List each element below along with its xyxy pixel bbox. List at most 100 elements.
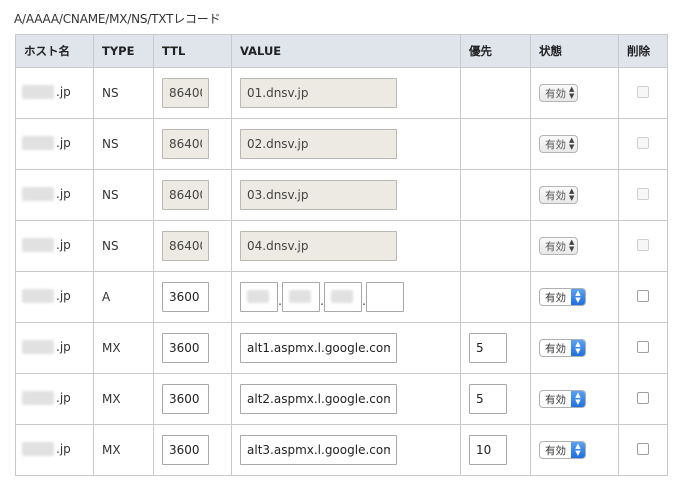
value-cell bbox=[231, 322, 461, 374]
ttl-cell bbox=[153, 424, 232, 476]
host-suffix: .jp bbox=[56, 84, 71, 99]
table-header-row: ホスト名 TYPE TTL VALUE 優先 状態 削除 bbox=[15, 34, 668, 68]
priority-input[interactable] bbox=[469, 333, 507, 363]
ttl-cell bbox=[153, 169, 232, 221]
status-select-value: 有効 bbox=[545, 87, 566, 100]
section-title: A/AAAA/CNAME/MX/NS/TXTレコード bbox=[14, 12, 221, 26]
status-select-value: 有効 bbox=[545, 291, 566, 304]
up-down-arrows-icon: ▲ ▼ bbox=[569, 238, 575, 253]
status-cell: 有効 ▲ ▼ bbox=[530, 118, 619, 170]
value-cell bbox=[231, 424, 461, 476]
value-cell bbox=[231, 169, 461, 221]
type-cell: NS bbox=[93, 118, 154, 170]
ttl-input[interactable] bbox=[162, 129, 209, 159]
delete-checkbox[interactable] bbox=[637, 187, 649, 200]
delete-checkbox[interactable] bbox=[637, 391, 649, 404]
up-down-arrows-icon: ▲ ▼ bbox=[569, 187, 575, 202]
ttl-input[interactable] bbox=[162, 78, 209, 108]
table-row: .jp NS 有効▲▼ bbox=[15, 67, 668, 119]
status-select[interactable]: 有効 ▲ ▼ bbox=[539, 441, 586, 459]
priority-input[interactable] bbox=[469, 435, 507, 465]
host-suffix: .jp bbox=[56, 135, 71, 150]
column-header-delete: 削除 bbox=[618, 34, 668, 68]
delete-cell bbox=[618, 271, 668, 323]
priority-input[interactable] bbox=[469, 384, 507, 414]
host-suffix: .jp bbox=[56, 339, 71, 354]
status-cell: 有効 ▲ ▼ bbox=[530, 424, 619, 476]
status-select-value: 有効 bbox=[545, 444, 566, 457]
host-cell: .jp bbox=[15, 424, 94, 476]
up-down-arrows-icon: ▲ ▼ bbox=[569, 85, 575, 100]
value-input[interactable] bbox=[240, 180, 397, 210]
ttl-cell bbox=[153, 373, 232, 425]
type-cell: A bbox=[93, 271, 154, 323]
delete-checkbox[interactable] bbox=[637, 238, 649, 251]
column-header-type: TYPE bbox=[93, 34, 154, 68]
ttl-cell bbox=[153, 118, 232, 170]
ip-octet-4-input[interactable] bbox=[366, 282, 404, 312]
up-down-arrows-icon: ▲ ▼ bbox=[571, 442, 585, 458]
host-cell: .jp bbox=[15, 169, 94, 221]
host-suffix: .jp bbox=[56, 288, 71, 303]
ttl-input[interactable] bbox=[162, 435, 209, 465]
status-cell: 有効 ▲ ▼ bbox=[530, 322, 619, 374]
table-row: .jp MX 有効 ▲▼ bbox=[15, 373, 668, 425]
status-cell: 有効 ▲ ▼ bbox=[530, 271, 619, 323]
priority-cell bbox=[460, 271, 531, 323]
delete-cell bbox=[618, 169, 668, 221]
value-input[interactable] bbox=[240, 384, 397, 414]
ttl-cell bbox=[153, 220, 232, 272]
table-row: .jp MX 有効 ▲▼ bbox=[15, 322, 668, 374]
status-cell: 有効 ▲ ▼ bbox=[530, 373, 619, 425]
type-cell: MX bbox=[93, 373, 154, 425]
host-cell: .jp bbox=[15, 67, 94, 119]
status-cell: 有効 ▲ ▼ bbox=[530, 67, 619, 119]
value-input[interactable] bbox=[240, 231, 397, 261]
up-down-arrows-icon: ▲ ▼ bbox=[571, 340, 585, 356]
type-cell: MX bbox=[93, 322, 154, 374]
delete-checkbox[interactable] bbox=[637, 136, 649, 149]
type-cell: MX bbox=[93, 424, 154, 476]
status-select-value: 有効 bbox=[545, 138, 566, 151]
value-input[interactable] bbox=[240, 333, 397, 363]
up-down-arrows-icon: ▲ ▼ bbox=[571, 289, 585, 305]
value-input[interactable] bbox=[240, 435, 397, 465]
ttl-input[interactable] bbox=[162, 180, 209, 210]
host-cell: .jp bbox=[15, 322, 94, 374]
host-cell: .jp bbox=[15, 118, 94, 170]
host-cell: .jp bbox=[15, 373, 94, 425]
status-select[interactable]: 有効 ▲ ▼ bbox=[539, 186, 579, 204]
column-header-value: VALUE bbox=[231, 34, 461, 68]
delete-checkbox[interactable] bbox=[637, 340, 649, 353]
delete-checkbox[interactable] bbox=[637, 442, 649, 455]
status-select[interactable]: 有効 ▲ ▼ bbox=[539, 339, 586, 357]
value-cell bbox=[231, 67, 461, 119]
ttl-input[interactable] bbox=[162, 384, 209, 414]
status-select[interactable]: 有効 ▲ ▼ bbox=[539, 288, 586, 306]
priority-cell bbox=[460, 322, 531, 374]
value-input[interactable] bbox=[240, 78, 397, 108]
status-select[interactable]: 有効 ▲ ▼ bbox=[539, 84, 579, 102]
table-row: .jp A . . . 有効 ▲▼ bbox=[15, 271, 668, 323]
redacted-host-name bbox=[22, 135, 54, 150]
redacted-host-name bbox=[22, 441, 54, 456]
delete-checkbox[interactable] bbox=[637, 289, 649, 302]
redacted-host-name bbox=[22, 237, 54, 252]
table-row: .jp NS 有効▲▼ bbox=[15, 220, 668, 272]
ttl-input[interactable] bbox=[162, 282, 209, 312]
dns-records-table: ホスト名 TYPE TTL VALUE 優先 状態 削除 .jp NS 有効▲▼… bbox=[15, 34, 668, 476]
delete-checkbox[interactable] bbox=[637, 85, 649, 98]
status-select[interactable]: 有効 ▲ ▼ bbox=[539, 237, 579, 255]
column-header-host: ホスト名 bbox=[15, 34, 94, 68]
type-cell: NS bbox=[93, 169, 154, 221]
status-select-value: 有効 bbox=[545, 240, 566, 253]
redacted-host-name bbox=[22, 84, 54, 99]
priority-cell bbox=[460, 118, 531, 170]
value-input[interactable] bbox=[240, 129, 397, 159]
ttl-input[interactable] bbox=[162, 333, 209, 363]
status-select[interactable]: 有効 ▲ ▼ bbox=[539, 135, 579, 153]
ttl-input[interactable] bbox=[162, 231, 209, 261]
type-cell: NS bbox=[93, 67, 154, 119]
redacted-host-name bbox=[22, 288, 54, 303]
status-select[interactable]: 有効 ▲ ▼ bbox=[539, 390, 586, 408]
